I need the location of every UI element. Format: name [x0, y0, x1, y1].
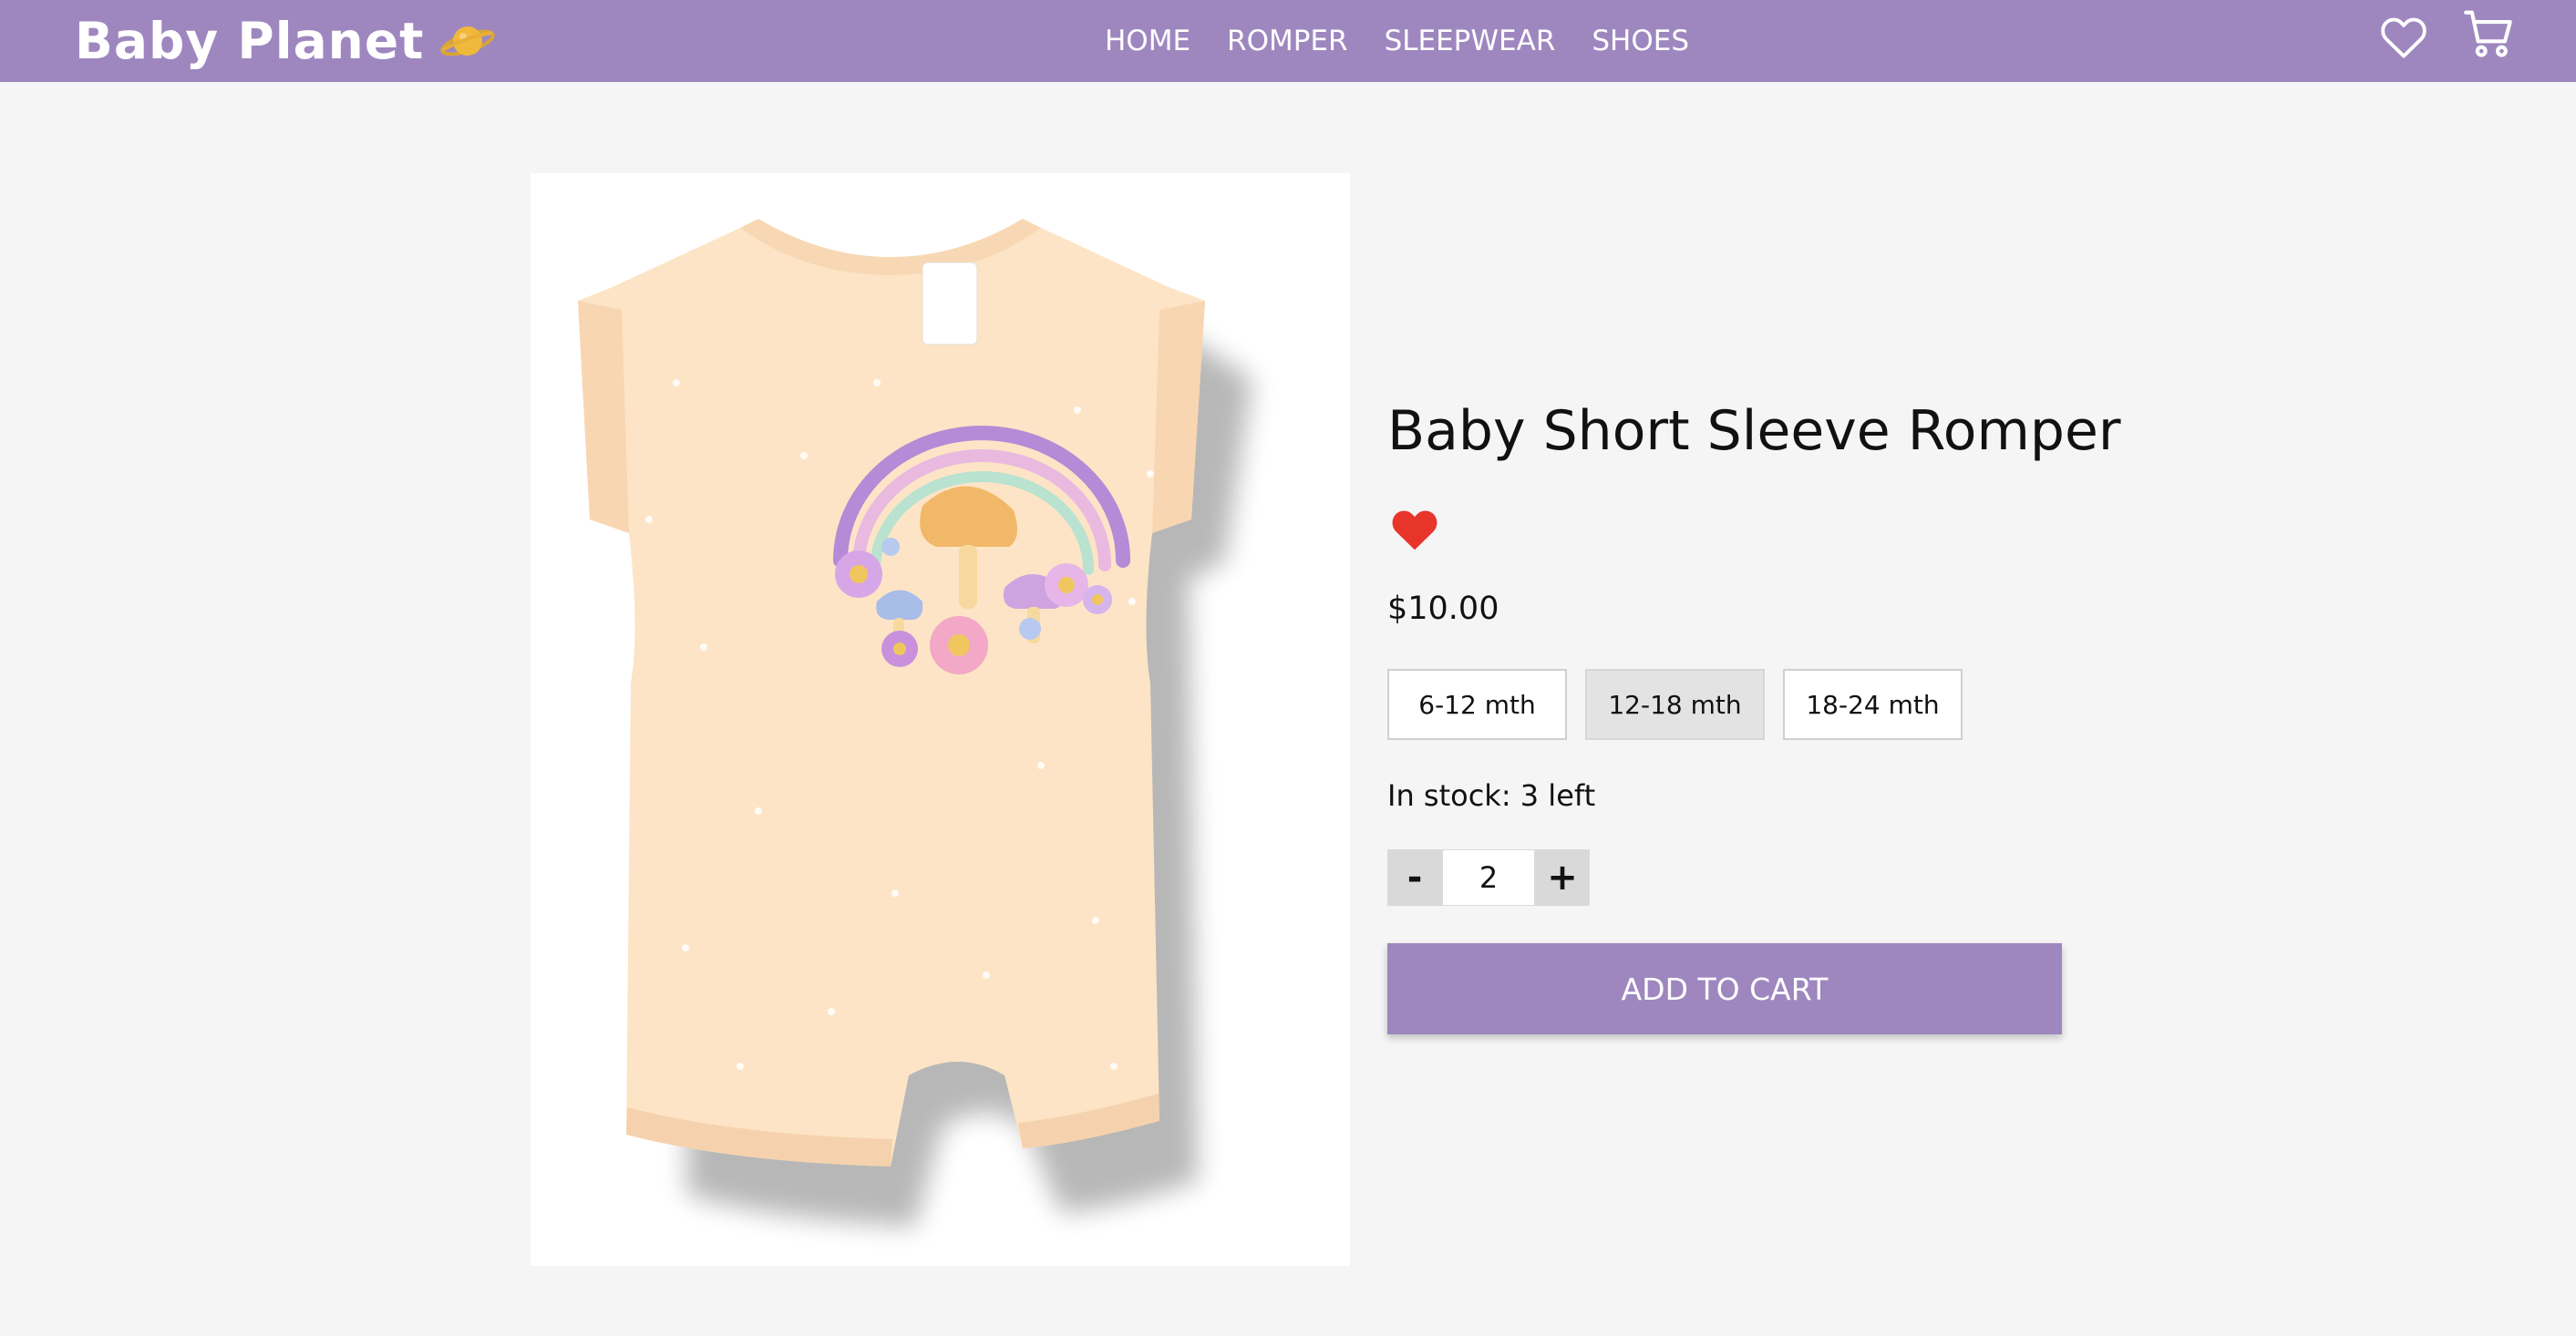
size-options: 6-12 mth 12-18 mth 18-24 mth	[1387, 669, 1963, 740]
heart-filled-icon[interactable]	[1389, 505, 1440, 552]
product-title: Baby Short Sleeve Romper	[1387, 399, 2121, 463]
product-price: $10.00	[1387, 591, 1499, 627]
nav-home[interactable]: HOME	[1105, 25, 1190, 57]
decrement-button[interactable]: -	[1387, 849, 1442, 906]
size-option-12-18[interactable]: 12-18 mth	[1585, 669, 1765, 740]
brand-logo[interactable]: Baby Planet	[75, 0, 497, 82]
top-navbar: Baby Planet HOME ROMPER SLEEPWEAR SHOES	[0, 0, 2576, 82]
stock-status: In stock: 3 left	[1387, 778, 1596, 813]
size-option-6-12[interactable]: 6-12 mth	[1387, 669, 1567, 740]
planet-icon	[440, 26, 496, 57]
main-nav: HOME ROMPER SLEEPWEAR SHOES	[1105, 0, 1689, 82]
brand-name: Baby Planet	[75, 12, 425, 70]
nav-shoes[interactable]: SHOES	[1592, 25, 1689, 57]
cart-icon[interactable]	[2461, 5, 2518, 62]
product-image	[531, 173, 1350, 1266]
romper-illustration	[578, 219, 1252, 1227]
add-to-cart-button[interactable]: ADD TO CART	[1387, 943, 2062, 1034]
quantity-stepper: - +	[1387, 849, 1590, 906]
size-option-18-24[interactable]: 18-24 mth	[1783, 669, 1963, 740]
heart-outline-icon[interactable]	[2377, 11, 2430, 64]
nav-sleepwear[interactable]: SLEEPWEAR	[1385, 25, 1556, 57]
nav-romper[interactable]: ROMPER	[1227, 25, 1348, 57]
increment-button[interactable]: +	[1535, 849, 1590, 906]
quantity-input[interactable]	[1442, 849, 1535, 906]
